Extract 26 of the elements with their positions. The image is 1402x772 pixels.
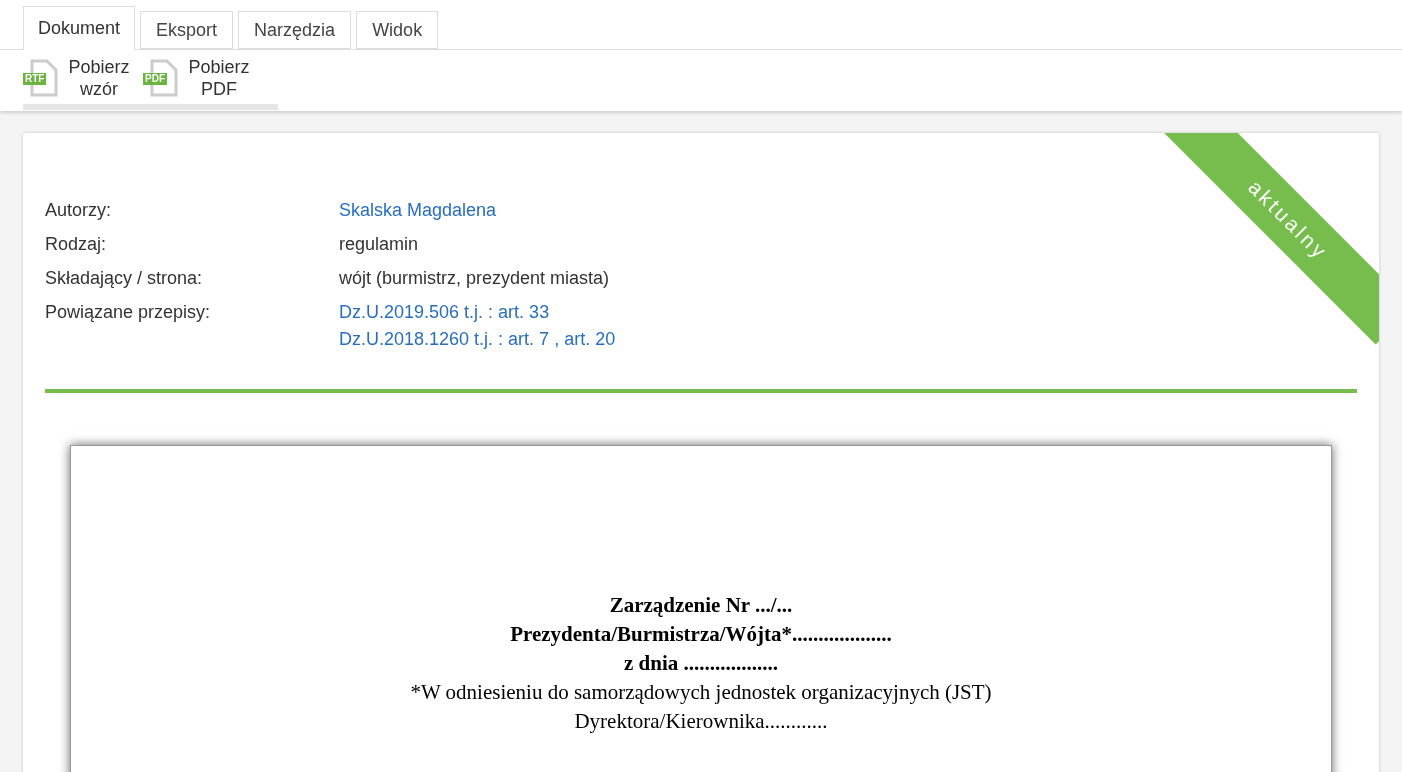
separator: : bbox=[498, 328, 504, 351]
document-heading: Zarządzenie Nr .../... bbox=[609, 592, 793, 619]
regulation-link[interactable]: art. 20 bbox=[564, 326, 616, 353]
document-text: Dyrektora/Kierownika............ bbox=[574, 708, 828, 735]
download-button[interactable]: RTF Pobierz wzór bbox=[23, 56, 133, 100]
tab[interactable]: Widok bbox=[356, 11, 439, 49]
tab[interactable]: Narzędzia bbox=[238, 11, 352, 49]
separator: , bbox=[554, 328, 560, 351]
field-label: Rodzaj: bbox=[45, 233, 108, 256]
tab[interactable]: Dokument bbox=[23, 6, 136, 50]
separator: : bbox=[488, 301, 494, 324]
document-heading: z dnia .................. bbox=[624, 650, 778, 677]
author-link[interactable]: Skalska Magdalena bbox=[339, 193, 497, 227]
regulation-link[interactable]: art. 7 bbox=[508, 326, 550, 353]
download-button[interactable]: PDF Pobierz PDF bbox=[143, 56, 253, 100]
field-label: Autorzy: bbox=[45, 199, 113, 222]
field-value: wójt (burmistrz, prezydent miasta) bbox=[339, 267, 610, 290]
document-heading: Prezydenta/Burmistrza/Wójta*................... bbox=[510, 621, 892, 648]
tab[interactable]: Eksport bbox=[140, 11, 234, 49]
regulation-link[interactable]: art. 33 bbox=[498, 299, 550, 326]
field-value: regulamin bbox=[339, 233, 419, 256]
document-text: *W odniesieniu do samorządowych jednostek organizacyjnych (JST) bbox=[410, 679, 992, 706]
field-label: Powiązane przepisy: bbox=[45, 301, 212, 324]
regulation-link[interactable]: Dz.U.2018.1260 t.j. bbox=[339, 326, 494, 353]
field-label: Składający / strona: bbox=[45, 267, 204, 290]
regulation-link[interactable]: Dz.U.2019.506 t.j. bbox=[339, 299, 484, 326]
